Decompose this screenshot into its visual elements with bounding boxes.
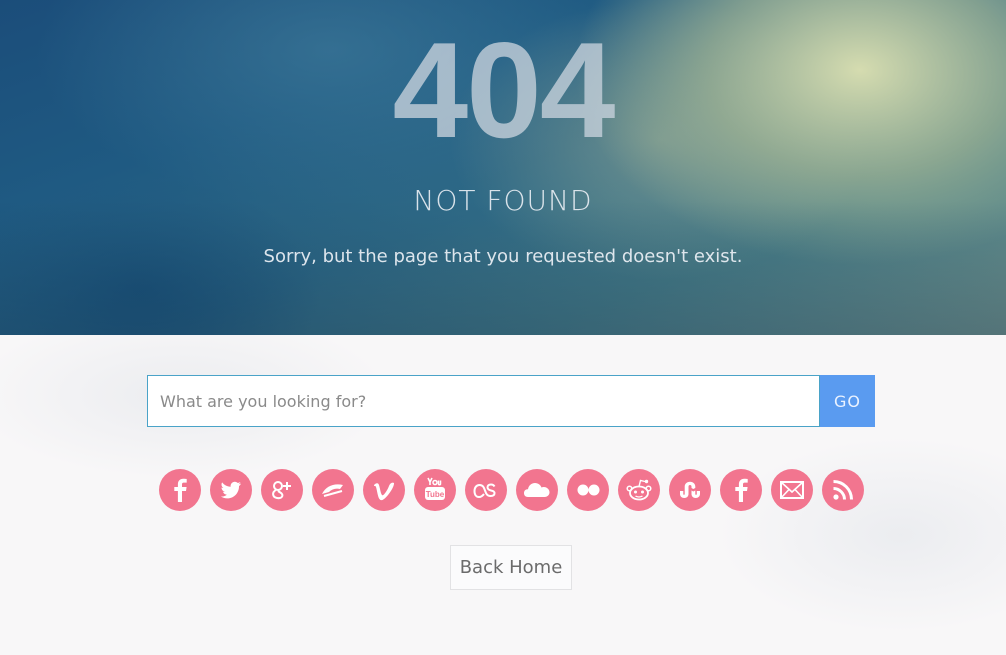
social-link-twitter[interactable]	[210, 469, 252, 511]
social-link-lastfm[interactable]	[465, 469, 507, 511]
search-form: GO	[147, 375, 875, 427]
social-link-vimeo[interactable]	[363, 469, 405, 511]
svg-text:Tube: Tube	[426, 490, 445, 499]
youtube-icon: Tube	[425, 477, 445, 500]
go-button[interactable]: GO	[820, 375, 875, 427]
social-link-deviantart[interactable]	[312, 469, 354, 511]
facebook-icon	[735, 478, 748, 502]
reddit-icon	[626, 479, 652, 501]
stumbleupon-icon	[680, 481, 700, 498]
social-link-reddit[interactable]	[618, 469, 660, 511]
error-code: 404	[392, 14, 616, 166]
social-link-facebook[interactable]	[159, 469, 201, 511]
content-area: GO	[0, 335, 1006, 655]
rss-icon	[833, 480, 853, 500]
search-input[interactable]	[147, 375, 820, 427]
vimeo-icon	[374, 482, 395, 501]
email-icon	[780, 481, 804, 499]
facebook-icon	[174, 478, 187, 502]
social-link-flickr[interactable]	[567, 469, 609, 511]
twitter-icon	[220, 481, 241, 499]
social-link-email[interactable]	[771, 469, 813, 511]
error-message: Sorry, but the page that you requested d…	[263, 246, 743, 267]
back-home-button[interactable]: Back Home	[450, 545, 572, 590]
error-title: NOT FOUND	[413, 184, 593, 217]
social-link-youtube[interactable]: Tube	[414, 469, 456, 511]
flickr-icon	[577, 484, 600, 496]
lastfm-icon	[473, 483, 496, 499]
cloud-icon	[524, 483, 550, 497]
social-link-facebook-2[interactable]	[720, 469, 762, 511]
social-link-google-plus[interactable]	[261, 469, 303, 511]
social-link-cloud[interactable]	[516, 469, 558, 511]
deviantart-icon	[322, 484, 343, 497]
social-links: Tube	[159, 469, 864, 511]
social-link-rss[interactable]	[822, 469, 864, 511]
hero-banner: 404 NOT FOUND Sorry, but the page that y…	[0, 0, 1006, 335]
google-plus-icon	[272, 481, 291, 500]
social-link-stumbleupon[interactable]	[669, 469, 711, 511]
